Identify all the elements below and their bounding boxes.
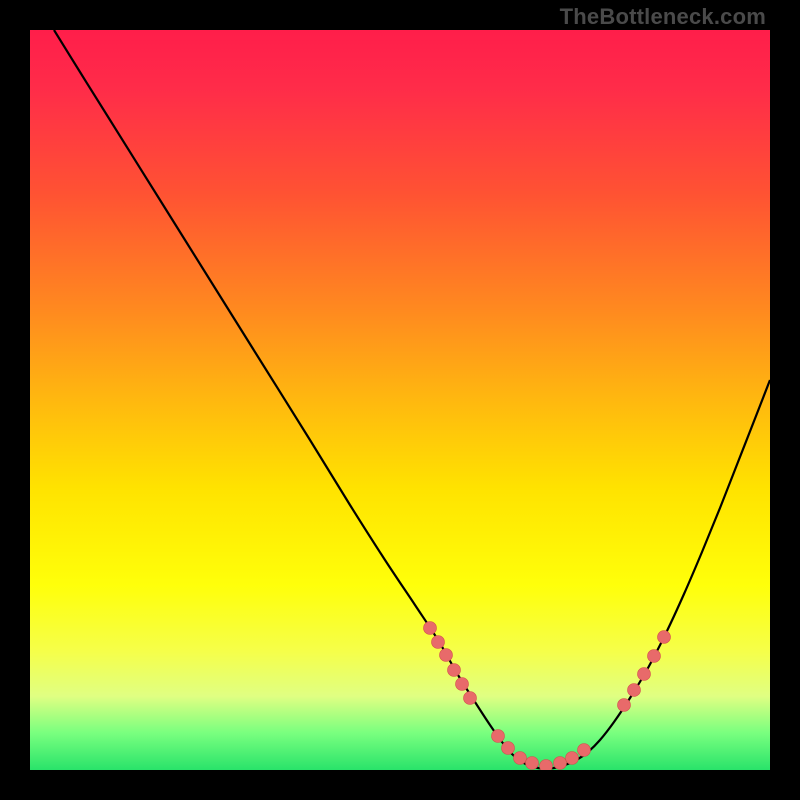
bottleneck-curve	[54, 30, 770, 769]
curve-layer	[30, 30, 770, 770]
data-marker	[432, 636, 445, 649]
data-marker	[648, 650, 661, 663]
data-marker	[464, 692, 477, 705]
data-marker	[566, 752, 579, 765]
data-marker	[618, 699, 631, 712]
data-marker	[456, 678, 469, 691]
data-marker	[578, 744, 591, 757]
data-marker	[492, 730, 505, 743]
data-marker	[514, 752, 527, 765]
data-marker	[638, 668, 651, 681]
data-marker	[628, 684, 641, 697]
data-marker	[540, 760, 553, 771]
data-marker	[448, 664, 461, 677]
watermark-text: TheBottleneck.com	[560, 6, 766, 28]
data-marker	[658, 631, 671, 644]
data-marker	[526, 757, 539, 770]
data-marker	[502, 742, 515, 755]
data-marker	[554, 757, 567, 770]
data-marker	[440, 649, 453, 662]
data-marker	[424, 622, 437, 635]
